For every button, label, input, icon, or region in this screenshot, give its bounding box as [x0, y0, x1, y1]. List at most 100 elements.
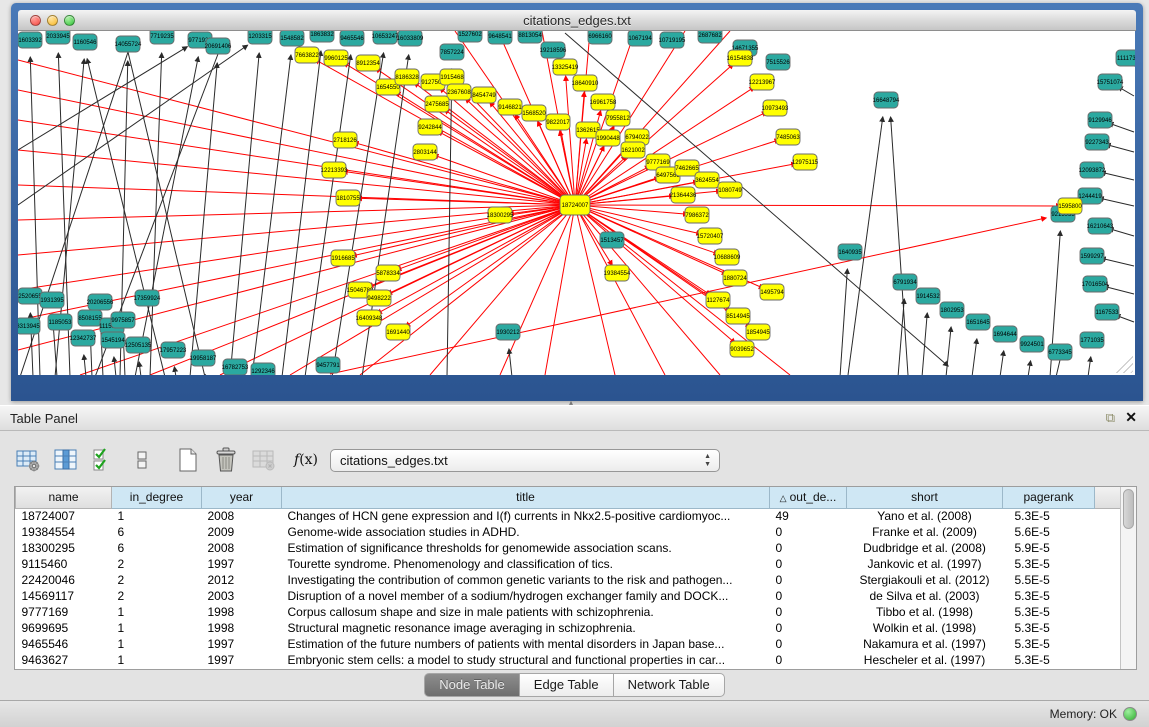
graph-edge[interactable]: [566, 76, 575, 205]
table-options-button[interactable]: [14, 446, 42, 474]
graph-node-label: 1930212: [496, 330, 520, 336]
tab-node-table[interactable]: Node Table: [424, 673, 520, 697]
graph-edge[interactable]: [190, 63, 217, 375]
table-row[interactable]: 1872400712008Changes of HCN gene express…: [16, 508, 1122, 524]
new-table-button[interactable]: [174, 446, 202, 474]
column-header-pagerank[interactable]: pagerank: [1003, 487, 1095, 508]
table-row[interactable]: 946362711997Embryonic stem cells: a mode…: [16, 652, 1122, 668]
graph-edge[interactable]: [377, 205, 575, 314]
graph-edge[interactable]: [575, 205, 790, 375]
network-window-titlebar[interactable]: citations_edges.txt: [18, 10, 1136, 31]
graph-edge[interactable]: [1088, 357, 1091, 375]
tab-network-table[interactable]: Network Table: [614, 673, 725, 697]
graph-edge[interactable]: [174, 367, 176, 375]
table-row[interactable]: 1830029562008Estimation of significance …: [16, 540, 1122, 556]
import-table-disabled-icon: [251, 447, 277, 473]
graph-edge[interactable]: [18, 47, 187, 150]
column-header-out_de[interactable]: △out_de...: [770, 487, 847, 508]
graph-edge[interactable]: [1028, 361, 1031, 375]
table-panel-header: Table Panel ⧉ ✕: [0, 405, 1149, 431]
graph-edge[interactable]: [360, 205, 575, 375]
graph-edge[interactable]: [128, 52, 205, 375]
column-header-year[interactable]: year: [202, 487, 282, 508]
graph-edge[interactable]: [840, 269, 847, 375]
graph-edge[interactable]: [290, 205, 575, 375]
column-header-name[interactable]: name: [16, 487, 112, 508]
table-row[interactable]: 1456911722003Disruption of a novel membe…: [16, 588, 1122, 604]
network-window[interactable]: citations_edges.txt 16033922033945116054…: [11, 3, 1143, 401]
graph-node-label: 1568520: [522, 111, 546, 117]
graph-edge[interactable]: [305, 55, 351, 375]
graph-edge[interactable]: [405, 205, 575, 327]
table-row[interactable]: 911546021997Tourette syndrome. Phenomeno…: [16, 556, 1122, 572]
graph-node-label: 1599297: [1080, 254, 1104, 260]
delete-table-button[interactable]: [212, 446, 240, 474]
table-vertical-scrollbar[interactable]: [1120, 487, 1136, 669]
table-cell: Wolkin et al. (1998): [847, 620, 1003, 636]
column-header-short[interactable]: short: [847, 487, 1003, 508]
graph-edge[interactable]: [84, 355, 86, 375]
graph-edge[interactable]: [509, 349, 512, 375]
graph-edge[interactable]: [150, 53, 162, 375]
tab-edge-table[interactable]: Edge Table: [520, 673, 614, 697]
graph-node-label: 1545194: [101, 338, 125, 344]
scrollbar-thumb[interactable]: [1123, 489, 1134, 529]
graph-edge[interactable]: [114, 357, 116, 375]
graph-node-label: 1810755: [336, 196, 360, 202]
network-graph-svg[interactable]: 1603392203394511605461405572477192359771…: [18, 31, 1135, 375]
graph-node-label: 1651645: [966, 320, 990, 326]
graph-edge[interactable]: [575, 205, 1061, 206]
table-selector-dropdown[interactable]: citations_edges.txt ▲▼: [330, 449, 720, 472]
graph-edge[interactable]: [139, 362, 141, 375]
close-panel-icon[interactable]: ✕: [1125, 409, 1137, 426]
table-row[interactable]: 969969511998Structural magnetic resonanc…: [16, 620, 1122, 636]
column-header-in_degree[interactable]: in_degree: [112, 487, 202, 508]
graph-edge[interactable]: [352, 205, 575, 256]
graph-edge[interactable]: [575, 205, 735, 343]
graph-edge[interactable]: [1101, 258, 1134, 266]
graph-edge[interactable]: [545, 205, 575, 375]
graph-edge[interactable]: [891, 117, 908, 375]
network-canvas[interactable]: 1603392203394511605461405572477192359771…: [18, 31, 1135, 375]
select-columns-button[interactable]: [90, 446, 118, 474]
graph-edge[interactable]: [332, 53, 384, 375]
import-table-button[interactable]: [250, 446, 278, 474]
memory-ok-indicator[interactable]: [1123, 707, 1137, 721]
graph-edge[interactable]: [575, 205, 615, 375]
table-cell: 22420046: [16, 572, 112, 588]
graph-node-label: 1990448: [596, 136, 620, 142]
graph-edge[interactable]: [575, 205, 665, 375]
graph-edge[interactable]: [1099, 198, 1134, 206]
graph-edge[interactable]: [1101, 172, 1134, 180]
status-bar: Memory: OK: [0, 700, 1149, 727]
float-panel-icon[interactable]: ⧉: [1106, 410, 1115, 426]
graph-edge[interactable]: [387, 205, 575, 294]
row-height-button[interactable]: [128, 446, 156, 474]
table-row[interactable]: 977716911998Corpus callosum shape and si…: [16, 604, 1122, 620]
graph-edge[interactable]: [1000, 351, 1004, 375]
graph-edge[interactable]: [1106, 144, 1134, 152]
table-cell-filler: [1095, 636, 1122, 652]
graph-edge[interactable]: [898, 299, 904, 375]
show-columns-button[interactable]: [52, 446, 80, 474]
graph-node-label: 6794022: [625, 135, 649, 141]
graph-node-label: 7955812: [606, 116, 630, 122]
graph-node-label: 8508155: [78, 316, 102, 322]
graph-node-label: 19958187: [190, 356, 217, 362]
graph-edge[interactable]: [946, 327, 951, 375]
function-builder-button[interactable]: f(x): [294, 452, 318, 468]
graph-edge[interactable]: [252, 55, 291, 375]
graph-edge[interactable]: [447, 69, 452, 375]
graph-edge[interactable]: [1056, 360, 1060, 375]
table-cell: 0: [770, 540, 847, 556]
table-row[interactable]: 2242004622012Investigating the contribut…: [16, 572, 1122, 588]
table-cell: 9465546: [16, 636, 112, 652]
column-header-title[interactable]: title: [282, 487, 770, 508]
graph-node-label: 7986372: [685, 213, 709, 219]
table-row[interactable]: 946554611997Estimation of the future num…: [16, 636, 1122, 652]
graph-edge[interactable]: [354, 142, 575, 205]
table-row[interactable]: 1938455462009Genome-wide association stu…: [16, 524, 1122, 540]
graph-edge[interactable]: [972, 339, 977, 375]
graph-edge[interactable]: [343, 171, 575, 205]
table-cell: 9699695: [16, 620, 112, 636]
